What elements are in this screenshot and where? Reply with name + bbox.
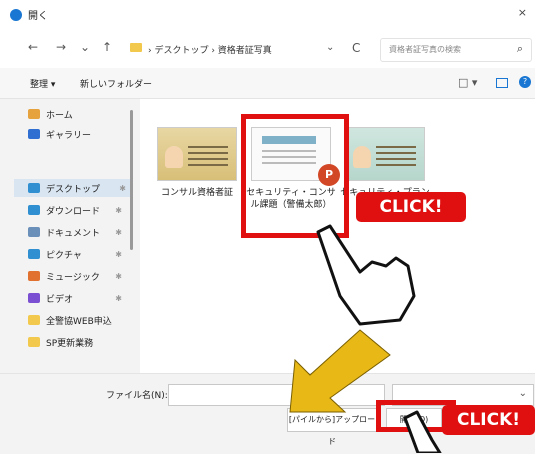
hand-pointer-icon [316, 224, 416, 326]
hand-pointer-icon [403, 410, 442, 453]
annotation-overlay [289, 224, 442, 453]
arrow-icon [289, 329, 391, 413]
